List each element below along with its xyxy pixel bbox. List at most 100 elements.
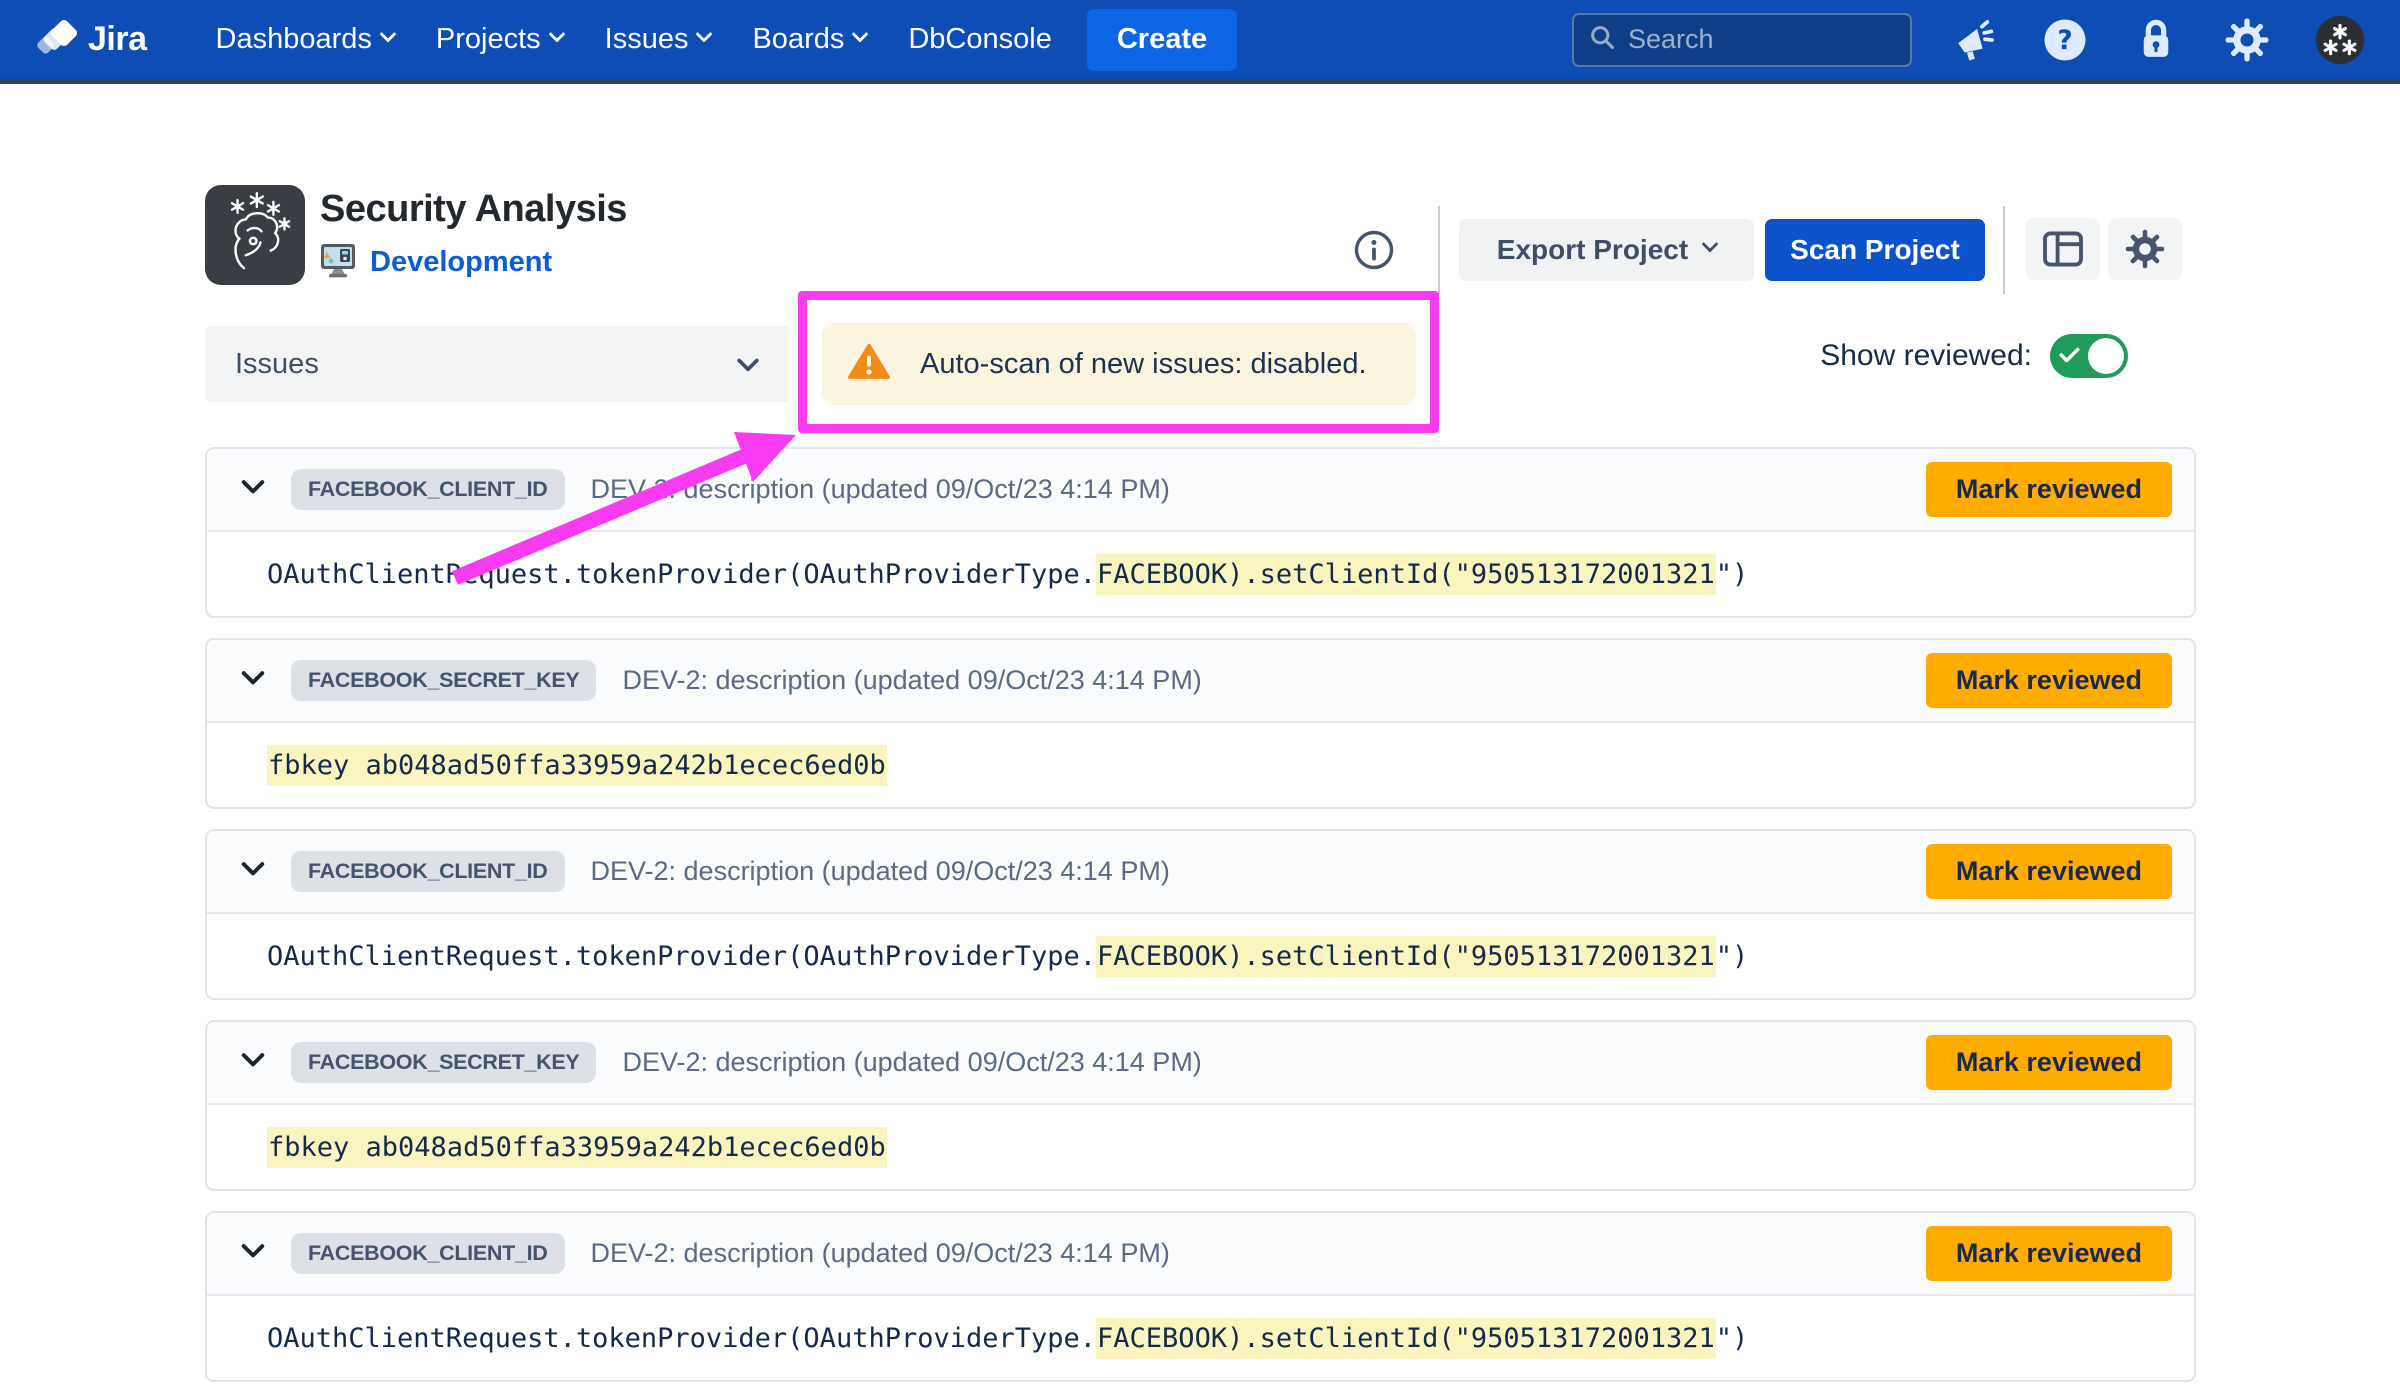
mark-reviewed-button[interactable]: Mark reviewed xyxy=(1926,1226,2172,1281)
mark-reviewed-button[interactable]: Mark reviewed xyxy=(1926,1035,2172,1090)
issues-filter-select[interactable]: Issues xyxy=(205,326,789,402)
chevron-down-icon[interactable] xyxy=(241,479,265,500)
issue-code-snippet: OAuthClientRequest.tokenProvider(OAuthPr… xyxy=(267,559,1748,590)
issue-card: FACEBOOK_CLIENT_ID DEV-2: description (u… xyxy=(205,447,2196,618)
chevron-down-icon xyxy=(737,348,759,381)
issue-card-header[interactable]: FACEBOOK_SECRET_KEY DEV-2: description (… xyxy=(207,1022,2194,1105)
issue-card: FACEBOOK_SECRET_KEY DEV-2: description (… xyxy=(205,638,2196,809)
issue-card-header[interactable]: FACEBOOK_SECRET_KEY DEV-2: description (… xyxy=(207,640,2194,723)
code-highlight: fbkey ab048ad50ffa33959a242b1ecec6ed0b xyxy=(267,745,887,786)
nav-item-label: Boards xyxy=(752,23,844,56)
chevron-down-icon xyxy=(852,25,869,42)
chevron-down-icon xyxy=(548,25,565,42)
mark-reviewed-button[interactable]: Mark reviewed xyxy=(1926,653,2172,708)
issue-card-body: OAuthClientRequest.tokenProvider(OAuthPr… xyxy=(207,1296,2194,1380)
code-highlight: FACEBOOK).setClientId("950513172001321 xyxy=(1096,554,1716,595)
issue-card: FACEBOOK_CLIENT_ID DEV-2: description (u… xyxy=(205,1211,2196,1382)
show-reviewed-toggle[interactable] xyxy=(2050,334,2128,378)
settings-gear-button[interactable] xyxy=(2108,218,2182,280)
info-icon[interactable] xyxy=(1352,228,1396,272)
chevron-down-icon xyxy=(1702,236,1719,253)
chevron-down-icon[interactable] xyxy=(241,670,265,691)
code-highlight: FACEBOOK).setClientId("950513172001321 xyxy=(1096,1318,1716,1359)
issue-type-chip: FACEBOOK_CLIENT_ID xyxy=(291,1233,565,1274)
issue-code-snippet: fbkey ab048ad50ffa33959a242b1ecec6ed0b xyxy=(267,1132,887,1163)
issues-list: FACEBOOK_CLIENT_ID DEV-2: description (u… xyxy=(205,447,2196,1382)
issue-type-chip: FACEBOOK_SECRET_KEY xyxy=(291,1042,596,1083)
monitor-icon xyxy=(318,240,358,285)
issue-card-body: OAuthClientRequest.tokenProvider(OAuthPr… xyxy=(207,914,2194,998)
issue-type-chip: FACEBOOK_CLIENT_ID xyxy=(291,851,565,892)
nav-item-dbconsole[interactable]: DbConsole xyxy=(887,0,1072,82)
top-navbar: Jira Dashboards Projects Issues Boards D… xyxy=(0,0,2400,84)
issue-card-body: fbkey ab048ad50ffa33959a242b1ecec6ed0b xyxy=(207,1105,2194,1189)
search-icon xyxy=(1588,23,1616,56)
jira-brand[interactable]: Jira xyxy=(36,19,147,61)
nav-item-label: Issues xyxy=(605,23,689,56)
issue-card: FACEBOOK_CLIENT_ID DEV-2: description (u… xyxy=(205,829,2196,1000)
show-reviewed-control: Show reviewed: xyxy=(1820,334,2128,378)
issue-card-header[interactable]: FACEBOOK_CLIENT_ID DEV-2: description (u… xyxy=(207,1213,2194,1296)
gear-icon xyxy=(2124,228,2166,270)
issue-summary: DEV-2: description (updated 09/Oct/23 4:… xyxy=(591,856,1170,887)
code-highlight: FACEBOOK).setClientId("950513172001321 xyxy=(1096,936,1716,977)
nav-item-projects[interactable]: Projects xyxy=(415,0,584,82)
issue-type-chip: FACEBOOK_CLIENT_ID xyxy=(291,469,565,510)
divider xyxy=(2003,206,2005,294)
mark-reviewed-button[interactable]: Mark reviewed xyxy=(1926,462,2172,517)
export-project-label: Export Project xyxy=(1497,234,1688,266)
project-avatar xyxy=(205,185,305,285)
issue-code-snippet: fbkey ab048ad50ffa33959a242b1ecec6ed0b xyxy=(267,750,887,781)
issue-card: FACEBOOK_SECRET_KEY DEV-2: description (… xyxy=(205,1020,2196,1191)
brand-label: Jira xyxy=(88,20,147,59)
help-icon[interactable]: ? xyxy=(2042,17,2088,63)
announcement-icon[interactable] xyxy=(1952,18,1996,62)
code-highlight: fbkey ab048ad50ffa33959a242b1ecec6ed0b xyxy=(267,1127,887,1168)
nav-item-dashboards[interactable]: Dashboards xyxy=(195,0,415,82)
nav-item-boards[interactable]: Boards xyxy=(731,0,887,82)
issue-type-chip: FACEBOOK_SECRET_KEY xyxy=(291,660,596,701)
chevron-down-icon[interactable] xyxy=(241,1052,265,1073)
issue-card-header[interactable]: FACEBOOK_CLIENT_ID DEV-2: description (u… xyxy=(207,449,2194,532)
nav-item-issues[interactable]: Issues xyxy=(584,0,732,82)
issue-code-snippet: OAuthClientRequest.tokenProvider(OAuthPr… xyxy=(267,941,1748,972)
project-category-label: Development xyxy=(370,246,552,279)
nav-item-label: DbConsole xyxy=(908,23,1051,56)
warning-text: Auto-scan of new issues: disabled. xyxy=(920,348,1367,381)
issue-card-body: OAuthClientRequest.tokenProvider(OAuthPr… xyxy=(207,532,2194,616)
mark-reviewed-button[interactable]: Mark reviewed xyxy=(1926,844,2172,899)
issue-summary: DEV-2: description (updated 09/Oct/23 4:… xyxy=(591,1238,1170,1269)
lock-icon[interactable] xyxy=(2134,17,2178,63)
search-input[interactable] xyxy=(1628,24,1896,55)
issue-code-snippet: OAuthClientRequest.tokenProvider(OAuthPr… xyxy=(267,1323,1748,1354)
gear-icon[interactable] xyxy=(2224,17,2270,63)
page-title: Security Analysis xyxy=(320,188,627,231)
layout-panel-icon xyxy=(2042,231,2084,267)
autoscan-warning-banner: Auto-scan of new issues: disabled. xyxy=(822,323,1416,405)
check-icon xyxy=(2059,346,2081,364)
user-avatar[interactable] xyxy=(2316,16,2364,64)
chevron-down-icon xyxy=(379,25,396,42)
issue-summary: DEV-2: description (updated 09/Oct/23 4:… xyxy=(591,474,1170,505)
issue-summary: DEV-2: description (updated 09/Oct/23 4:… xyxy=(622,665,1201,696)
nav-item-label: Dashboards xyxy=(216,23,372,56)
show-reviewed-label: Show reviewed: xyxy=(1820,339,2032,373)
chevron-down-icon[interactable] xyxy=(241,861,265,882)
issue-card-body: fbkey ab048ad50ffa33959a242b1ecec6ed0b xyxy=(207,723,2194,807)
warning-triangle-icon xyxy=(848,343,890,386)
toggle-knob xyxy=(2088,338,2124,374)
jira-logo-icon xyxy=(36,19,78,61)
nav-item-label: Projects xyxy=(436,23,541,56)
issue-card-header[interactable]: FACEBOOK_CLIENT_ID DEV-2: description (u… xyxy=(207,831,2194,914)
search-box[interactable] xyxy=(1572,13,1912,67)
project-category-link[interactable]: Development xyxy=(318,240,552,285)
issues-filter-value: Issues xyxy=(235,348,319,381)
scan-project-button[interactable]: Scan Project xyxy=(1765,219,1985,281)
create-button[interactable]: Create xyxy=(1087,9,1237,71)
chevron-down-icon[interactable] xyxy=(241,1243,265,1264)
layout-panel-button[interactable] xyxy=(2026,218,2100,280)
chevron-down-icon xyxy=(696,25,713,42)
export-project-button[interactable]: Export Project xyxy=(1459,219,1754,281)
svg-text:?: ? xyxy=(2057,26,2072,56)
divider xyxy=(1438,206,1440,294)
